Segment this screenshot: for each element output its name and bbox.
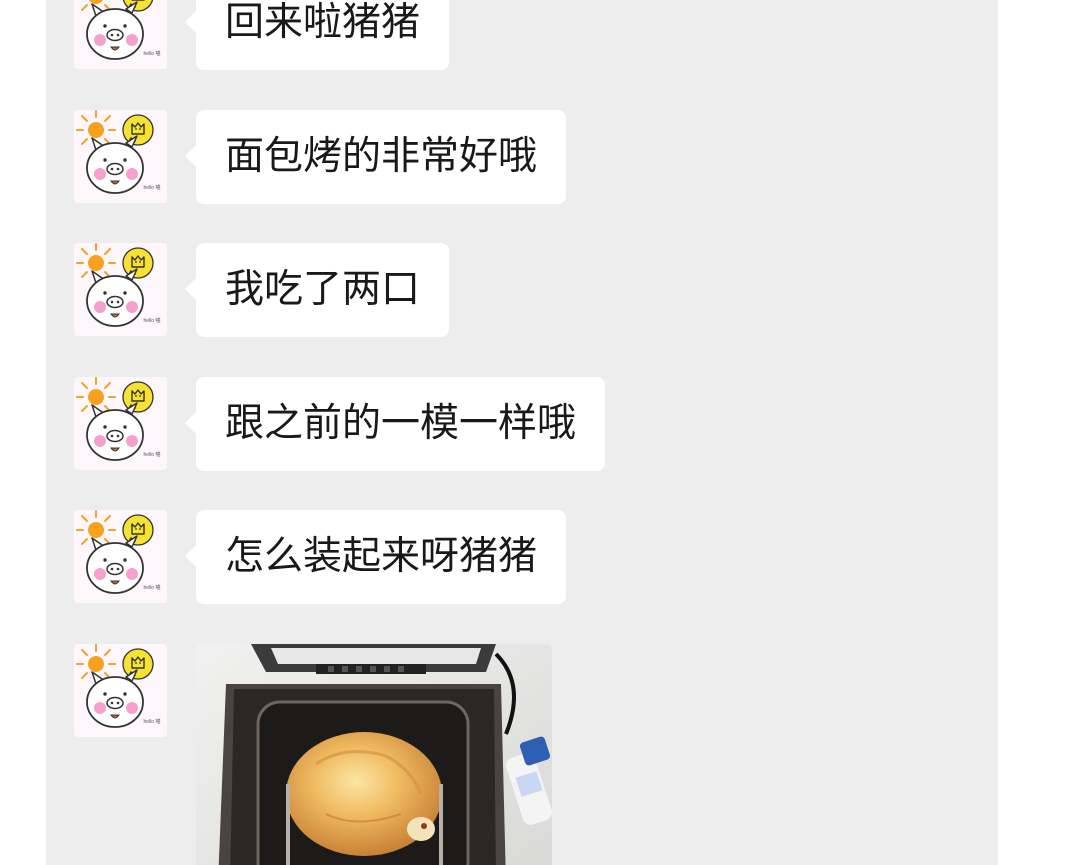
pig-avatar-icon: hello 喵 <box>74 243 167 336</box>
sender-avatar[interactable]: hello 喵 <box>74 110 167 203</box>
avatar-caption: hello 喵 <box>144 51 161 57</box>
bread-photo-message[interactable] <box>196 644 552 865</box>
message-bubble[interactable]: 跟之前的一模一样哦 <box>184 377 606 471</box>
chat-message-list[interactable]: hello 喵 回来啦猪猪 hello 喵 面包烤的非常好哦 hello 喵 我… <box>46 0 998 865</box>
avatar-caption: hello 喵 <box>144 185 161 191</box>
sender-avatar[interactable]: hello 喵 <box>74 510 167 603</box>
avatar-caption: hello 喵 <box>144 452 161 458</box>
message-bubble[interactable]: 回来啦猪猪 <box>184 0 450 70</box>
message-bubble[interactable]: 怎么装起来呀猪猪 <box>184 510 567 604</box>
bread-machine-photo-icon <box>196 644 552 865</box>
avatar-caption: hello 喵 <box>144 719 161 725</box>
pig-avatar-icon: hello 喵 <box>74 110 167 203</box>
message-bubble[interactable]: 我吃了两口 <box>184 243 450 337</box>
message-bubble[interactable]: 面包烤的非常好哦 <box>184 110 567 204</box>
sender-avatar[interactable]: hello 喵 <box>74 243 167 336</box>
pig-avatar-icon: hello 喵 <box>74 644 167 737</box>
pig-avatar-icon: hello 喵 <box>74 377 167 470</box>
avatar-caption: hello 喵 <box>144 585 161 591</box>
sender-avatar[interactable]: hello 喵 <box>74 644 167 737</box>
pig-avatar-icon: hello 喵 <box>74 510 167 603</box>
sender-avatar[interactable]: hello 喵 <box>74 0 167 69</box>
pig-avatar-icon: hello 喵 <box>74 0 167 69</box>
sender-avatar[interactable]: hello 喵 <box>74 377 167 470</box>
avatar-caption: hello 喵 <box>144 318 161 324</box>
